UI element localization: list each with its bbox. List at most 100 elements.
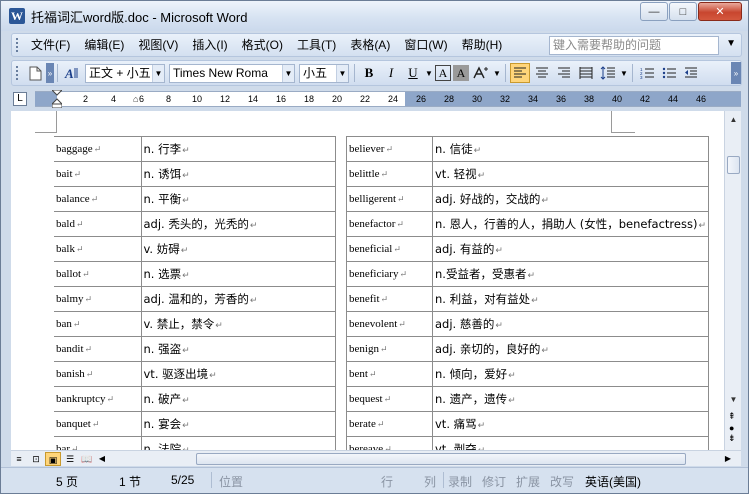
definition-cell[interactable]: n. 诱饵↵ bbox=[140, 161, 336, 187]
word-cell[interactable]: ban↵ bbox=[54, 311, 142, 337]
status-record[interactable]: 录制 bbox=[448, 473, 472, 490]
outline-view-icon[interactable]: ☰ bbox=[62, 452, 78, 466]
style-combo[interactable]: 正文 + 小五 ▼ bbox=[85, 63, 165, 83]
status-track-changes[interactable]: 修订 bbox=[482, 473, 506, 490]
status-overtype[interactable]: 改写 bbox=[550, 473, 574, 490]
vertical-scrollbar[interactable]: ▲ ▼ ⇞ ● ⇟ bbox=[724, 111, 741, 450]
definition-cell[interactable]: adj. 温和的，芳香的↵ bbox=[140, 286, 336, 312]
definition-cell[interactable]: adj. 好战的，交战的↵ bbox=[432, 186, 709, 212]
underline-button[interactable]: U bbox=[403, 63, 423, 83]
status-language[interactable]: 英语(美国) bbox=[585, 473, 641, 490]
menu-format[interactable]: 格式(O) bbox=[235, 35, 290, 55]
definition-cell[interactable]: n. 强盗↵ bbox=[140, 336, 336, 362]
word-cell[interactable]: bequest↵ bbox=[346, 386, 433, 412]
definition-cell[interactable]: n. 遗产，遗传↵ bbox=[432, 386, 709, 412]
scroll-up-icon[interactable]: ▲ bbox=[727, 113, 740, 126]
align-right-button[interactable] bbox=[554, 63, 574, 83]
definition-cell[interactable]: adj. 秃头的，光秃的↵ bbox=[140, 211, 336, 237]
toolbar-grip-icon[interactable] bbox=[15, 65, 19, 81]
definition-cell[interactable]: n.受益者，受惠者↵ bbox=[432, 261, 709, 287]
definition-cell[interactable]: n. 平衡↵ bbox=[140, 186, 336, 212]
align-center-button[interactable] bbox=[532, 63, 552, 83]
align-distributed-button[interactable] bbox=[576, 63, 596, 83]
scroll-down-icon[interactable]: ▼ bbox=[727, 393, 740, 406]
word-cell[interactable]: ballot↵ bbox=[54, 261, 142, 287]
next-page-icon[interactable]: ⇟ bbox=[728, 433, 736, 444]
toolbar-more-icon[interactable]: » bbox=[731, 62, 741, 84]
word-cell[interactable]: benevolent↵ bbox=[346, 311, 433, 337]
word-cell[interactable]: bait↵ bbox=[54, 161, 142, 187]
word-cell[interactable]: balmy↵ bbox=[54, 286, 142, 312]
bullets-icon[interactable] bbox=[659, 63, 679, 83]
status-extend[interactable]: 扩展 bbox=[516, 473, 540, 490]
definition-cell[interactable]: n. 法院↵ bbox=[140, 436, 336, 450]
close-button[interactable]: ✕ bbox=[698, 2, 742, 21]
word-cell[interactable]: beneficiary↵ bbox=[346, 261, 433, 287]
menu-edit[interactable]: 编辑(E) bbox=[77, 35, 131, 55]
document-page[interactable]: baggage↵ n. 行李↵ bait↵ n. 诱饵↵ balance↵ n. 平衡↵ b… bbox=[11, 111, 724, 450]
word-cell[interactable]: berate↵ bbox=[346, 411, 433, 437]
definition-cell[interactable]: vt. 轻视↵ bbox=[432, 161, 709, 187]
chevron-down-icon[interactable]: ▼ bbox=[336, 64, 348, 82]
help-question-input[interactable]: 键入需要帮助的问题 bbox=[549, 36, 719, 55]
character-border-button[interactable]: A bbox=[435, 65, 451, 81]
reading-layout-view-icon[interactable]: 📖 bbox=[79, 452, 95, 466]
definition-cell[interactable]: vt. 剥夺↵ bbox=[432, 436, 709, 450]
word-cell[interactable]: bereave↵ bbox=[346, 436, 433, 450]
underline-dropdown-icon[interactable]: ▼ bbox=[425, 63, 433, 83]
word-cell[interactable]: believer↵ bbox=[346, 136, 433, 162]
menu-window[interactable]: 窗口(W) bbox=[397, 35, 454, 55]
definition-cell[interactable]: v. 禁止，禁令↵ bbox=[140, 311, 336, 337]
italic-button[interactable]: I bbox=[381, 63, 401, 83]
normal-view-icon[interactable]: ≡ bbox=[11, 452, 27, 466]
word-cell[interactable]: bald↵ bbox=[54, 211, 142, 237]
definition-cell[interactable]: n. 信徒↵ bbox=[432, 136, 709, 162]
word-cell[interactable]: banquet↵ bbox=[54, 411, 142, 437]
previous-page-icon[interactable]: ⇞ bbox=[728, 411, 736, 422]
character-scaling-icon[interactable] bbox=[471, 63, 491, 83]
word-cell[interactable]: bent↵ bbox=[346, 361, 433, 387]
font-combo[interactable]: Times New Roma ▼ bbox=[169, 63, 295, 83]
definition-cell[interactable]: adj. 有益的↵ bbox=[432, 236, 709, 262]
menu-table[interactable]: 表格(A) bbox=[343, 35, 397, 55]
definition-cell[interactable]: adj. 亲切的，良好的↵ bbox=[432, 336, 709, 362]
vertical-scroll-thumb[interactable] bbox=[727, 156, 740, 174]
definition-cell[interactable]: n. 破产↵ bbox=[140, 386, 336, 412]
select-browse-object-icon[interactable]: ● bbox=[729, 423, 734, 433]
minimize-button[interactable]: — bbox=[640, 2, 668, 21]
hanging-indent-icon[interactable]: ⌂ bbox=[133, 94, 138, 104]
word-app-icon[interactable]: W bbox=[9, 8, 25, 24]
definition-cell[interactable]: n. 宴会↵ bbox=[140, 411, 336, 437]
horizontal-scroll-thumb[interactable] bbox=[196, 453, 686, 465]
definition-cell[interactable]: n. 行李↵ bbox=[140, 136, 336, 162]
print-layout-view-icon[interactable]: ▣ bbox=[45, 452, 61, 466]
web-layout-view-icon[interactable]: ⊡ bbox=[28, 452, 44, 466]
line-spacing-dropdown-icon[interactable]: ▼ bbox=[620, 63, 628, 83]
scaling-dropdown-icon[interactable]: ▼ bbox=[493, 63, 501, 83]
styles-formatting-icon[interactable]: A bbox=[62, 63, 82, 83]
word-cell[interactable]: benefit↵ bbox=[346, 286, 433, 312]
indent-markers-icon[interactable] bbox=[52, 90, 62, 108]
definition-cell[interactable]: n. 倾向，爱好↵ bbox=[432, 361, 709, 387]
menu-view[interactable]: 视图(V) bbox=[131, 35, 185, 55]
word-cell[interactable]: baggage↵ bbox=[54, 136, 142, 162]
decrease-indent-icon[interactable] bbox=[681, 63, 701, 83]
definition-cell[interactable]: vt. 驱逐出境↵ bbox=[140, 361, 336, 387]
word-cell[interactable]: banish↵ bbox=[54, 361, 142, 387]
scroll-left-icon[interactable]: ◀ bbox=[96, 452, 108, 466]
help-dropdown-icon[interactable]: ▼ bbox=[726, 38, 736, 49]
chevron-down-icon[interactable]: ▼ bbox=[282, 64, 294, 82]
horizontal-ruler[interactable]: ⌂ 2 4 6 8 10 12 14 16 18 20 22 24 26 28 … bbox=[35, 90, 741, 108]
word-cell[interactable]: bar↵ bbox=[54, 436, 142, 450]
word-cell[interactable]: belittle↵ bbox=[346, 161, 433, 187]
word-cell[interactable]: benefactor↵ bbox=[346, 211, 433, 237]
line-spacing-icon[interactable] bbox=[598, 63, 618, 83]
tab-stop-selector-icon[interactable]: L bbox=[13, 92, 27, 106]
word-cell[interactable]: bankruptcy↵ bbox=[54, 386, 142, 412]
chevron-down-icon[interactable]: ▼ bbox=[152, 64, 164, 82]
word-cell[interactable]: bandit↵ bbox=[54, 336, 142, 362]
toolbar-grip-icon[interactable] bbox=[15, 37, 19, 53]
definition-cell[interactable]: n. 利益，对有益处↵ bbox=[432, 286, 709, 312]
scroll-right-icon[interactable]: ▶ bbox=[722, 452, 734, 466]
word-cell[interactable]: belligerent↵ bbox=[346, 186, 433, 212]
